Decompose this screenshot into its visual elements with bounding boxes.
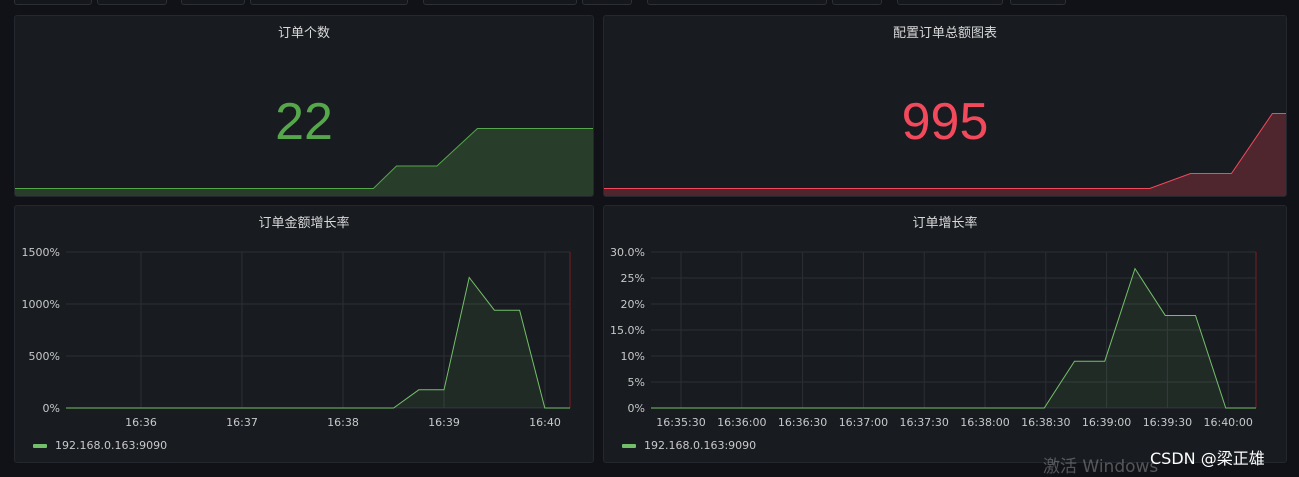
y-tick-label: 0%: [628, 402, 645, 415]
graph-amount-rate[interactable]: 0% 500% 1000% 1500% 16:36 16:37 16:38 16:39 16:4…: [15, 206, 593, 462]
y-tick-label: 15.0%: [610, 324, 645, 337]
x-tick-label: 16:40:00: [1203, 416, 1252, 429]
x-tick-label: 16:36: [125, 416, 157, 429]
x-tick-label: 16:36:00: [717, 416, 766, 429]
toolbar-control[interactable]: [423, 0, 577, 5]
legend[interactable]: 192.168.0.163:9090: [622, 439, 756, 452]
toolbar-control[interactable]: [250, 0, 408, 5]
x-tick-label: 16:39: [428, 416, 460, 429]
y-tick-label: 1000%: [22, 298, 60, 311]
x-tick-label: 16:37:00: [839, 416, 888, 429]
toolbar-control[interactable]: [181, 0, 245, 5]
graph-panel-order-rate[interactable]: 订单增长率 0% 5% 10% 15.0% 20% 25% 30.0% 16:35:30 16:…: [603, 205, 1287, 463]
x-tick-label: 16:39:00: [1082, 416, 1131, 429]
toolbar-control[interactable]: [647, 0, 827, 5]
y-tick-label: 5%: [628, 376, 645, 389]
legend-swatch: [622, 443, 636, 448]
dashboard-toolbar: [0, 0, 1299, 6]
stat-panel-total[interactable]: 配置订单总额图表 995: [603, 15, 1287, 197]
x-tick-label: 16:37: [226, 416, 258, 429]
x-tick-label: 16:35:30: [656, 416, 705, 429]
legend[interactable]: 192.168.0.163:9090: [33, 439, 167, 452]
graph-panel-amount-rate[interactable]: 订单金额增长率 0% 500% 1000% 1500% 16:36 16:37 16:38 1…: [14, 205, 594, 463]
legend-label[interactable]: 192.168.0.163:9090: [644, 439, 756, 452]
graph-order-rate[interactable]: 0% 5% 10% 15.0% 20% 25% 30.0% 16:35:30 16:36:00 1…: [604, 206, 1286, 462]
x-tick-label: 16:38:30: [1021, 416, 1070, 429]
toolbar-control[interactable]: [1010, 0, 1066, 5]
legend-label[interactable]: 192.168.0.163:9090: [55, 439, 167, 452]
stat-value: 995: [901, 93, 989, 151]
x-tick-label: 16:39:30: [1143, 416, 1192, 429]
x-tick-label: 16:40: [529, 416, 561, 429]
legend-swatch: [33, 443, 47, 448]
toolbar-control[interactable]: [582, 0, 632, 5]
y-tick-label: 1500%: [22, 246, 60, 259]
y-tick-label: 10%: [621, 350, 645, 363]
x-tick-label: 16:36:30: [778, 416, 827, 429]
x-tick-label: 16:37:30: [899, 416, 948, 429]
toolbar-control[interactable]: [97, 0, 167, 5]
y-tick-label: 20%: [621, 298, 645, 311]
series-area: [66, 277, 570, 408]
toolbar-control[interactable]: [832, 0, 882, 5]
x-tick-label: 16:38: [327, 416, 359, 429]
csdn-watermark: CSDN @梁正雄: [1150, 449, 1265, 468]
toolbar-control[interactable]: [14, 0, 92, 5]
stat-panel-orders[interactable]: 订单个数 22: [14, 15, 594, 197]
y-tick-label: 0%: [43, 402, 60, 415]
stat-value: 22: [275, 93, 333, 151]
y-tick-label: 30.0%: [610, 246, 645, 259]
x-tick-label: 16:38:00: [960, 416, 1009, 429]
toolbar-control[interactable]: [897, 0, 1003, 5]
windows-activation-watermark: 激活 Windows: [1043, 457, 1159, 477]
y-tick-label: 500%: [29, 350, 60, 363]
y-tick-label: 25%: [621, 272, 645, 285]
